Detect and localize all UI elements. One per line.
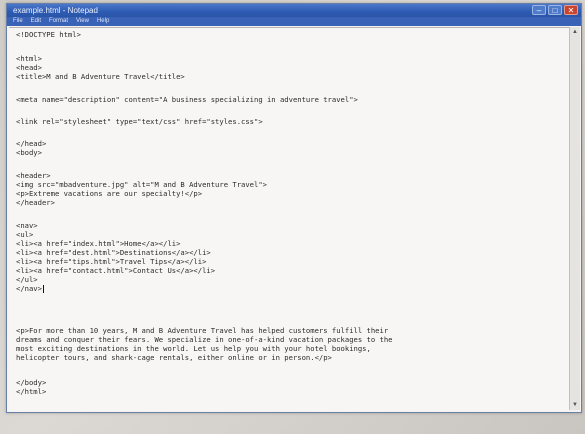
menu-view[interactable]: View [76,17,89,26]
code-line: </ul> [16,275,38,284]
maximize-button[interactable]: □ [548,5,562,15]
code-line: <body> [16,148,42,157]
code-line: <img src="mbadventure.jpg" alt="M and B … [16,180,267,189]
code-line: <nav> [16,221,38,230]
code-line: <p>Extreme vacations are our specialty!<… [16,189,203,198]
menu-help[interactable]: Help [97,17,109,26]
code-line: </html> [16,387,47,396]
menu-file[interactable]: File [13,17,23,26]
code-text: </nav> [16,284,42,293]
code-line: helicopter tours, and shark-cage rentals… [16,353,332,362]
code-line: <p>For more than 10 years, M and B Adven… [16,326,389,335]
code-line: <li><a href="tips.html">Travel Tips</a><… [16,257,207,266]
code-line: <title>M and B Adventure Travel</title> [16,72,185,81]
code-line: <li><a href="index.html">Home</a></li> [16,239,181,248]
window-title: example.html - Notepad [13,6,98,15]
menu-bar: File Edit Format View Help [7,17,581,26]
code-line: <meta name="description" content="A busi… [16,95,358,104]
window-controls: – □ ✕ [532,5,578,16]
monitor-screen: example.html - Notepad – □ ✕ File Edit F… [0,0,585,434]
text-editor-area[interactable]: <!DOCTYPE html> <html> <head> <title>M a… [9,27,569,411]
code-line: <li><a href="dest.html">Destinations</a>… [16,248,211,257]
code-line: <!DOCTYPE html> [16,30,81,39]
minimize-button[interactable]: – [532,5,546,15]
text-caret [42,285,44,293]
code-line: <html> [16,54,42,63]
code-line: <link rel="stylesheet" type="text/css" h… [16,117,263,126]
code-line-with-caret: </nav> [16,284,44,293]
code-line: <header> [16,171,51,180]
code-line: </head> [16,139,47,148]
code-line: most exciting destinations in the world.… [16,344,371,353]
code-line: <ul> [16,230,34,239]
vertical-scrollbar[interactable]: ▲ ▼ [569,27,580,410]
code-line: </body> [16,378,47,387]
scroll-up-arrow-icon[interactable]: ▲ [571,28,579,36]
code-line: </header> [16,198,55,207]
notepad-window: example.html - Notepad – □ ✕ File Edit F… [6,3,582,413]
title-bar[interactable]: example.html - Notepad – □ ✕ [7,4,581,17]
close-button[interactable]: ✕ [564,5,578,15]
code-line: dreams and conquer their fears. We speci… [16,335,393,344]
code-line: <li><a href="contact.html">Contact Us</a… [16,266,216,275]
menu-edit[interactable]: Edit [31,17,41,26]
code-line: <head> [16,63,42,72]
menu-format[interactable]: Format [49,17,68,26]
scroll-down-arrow-icon[interactable]: ▼ [571,401,579,409]
